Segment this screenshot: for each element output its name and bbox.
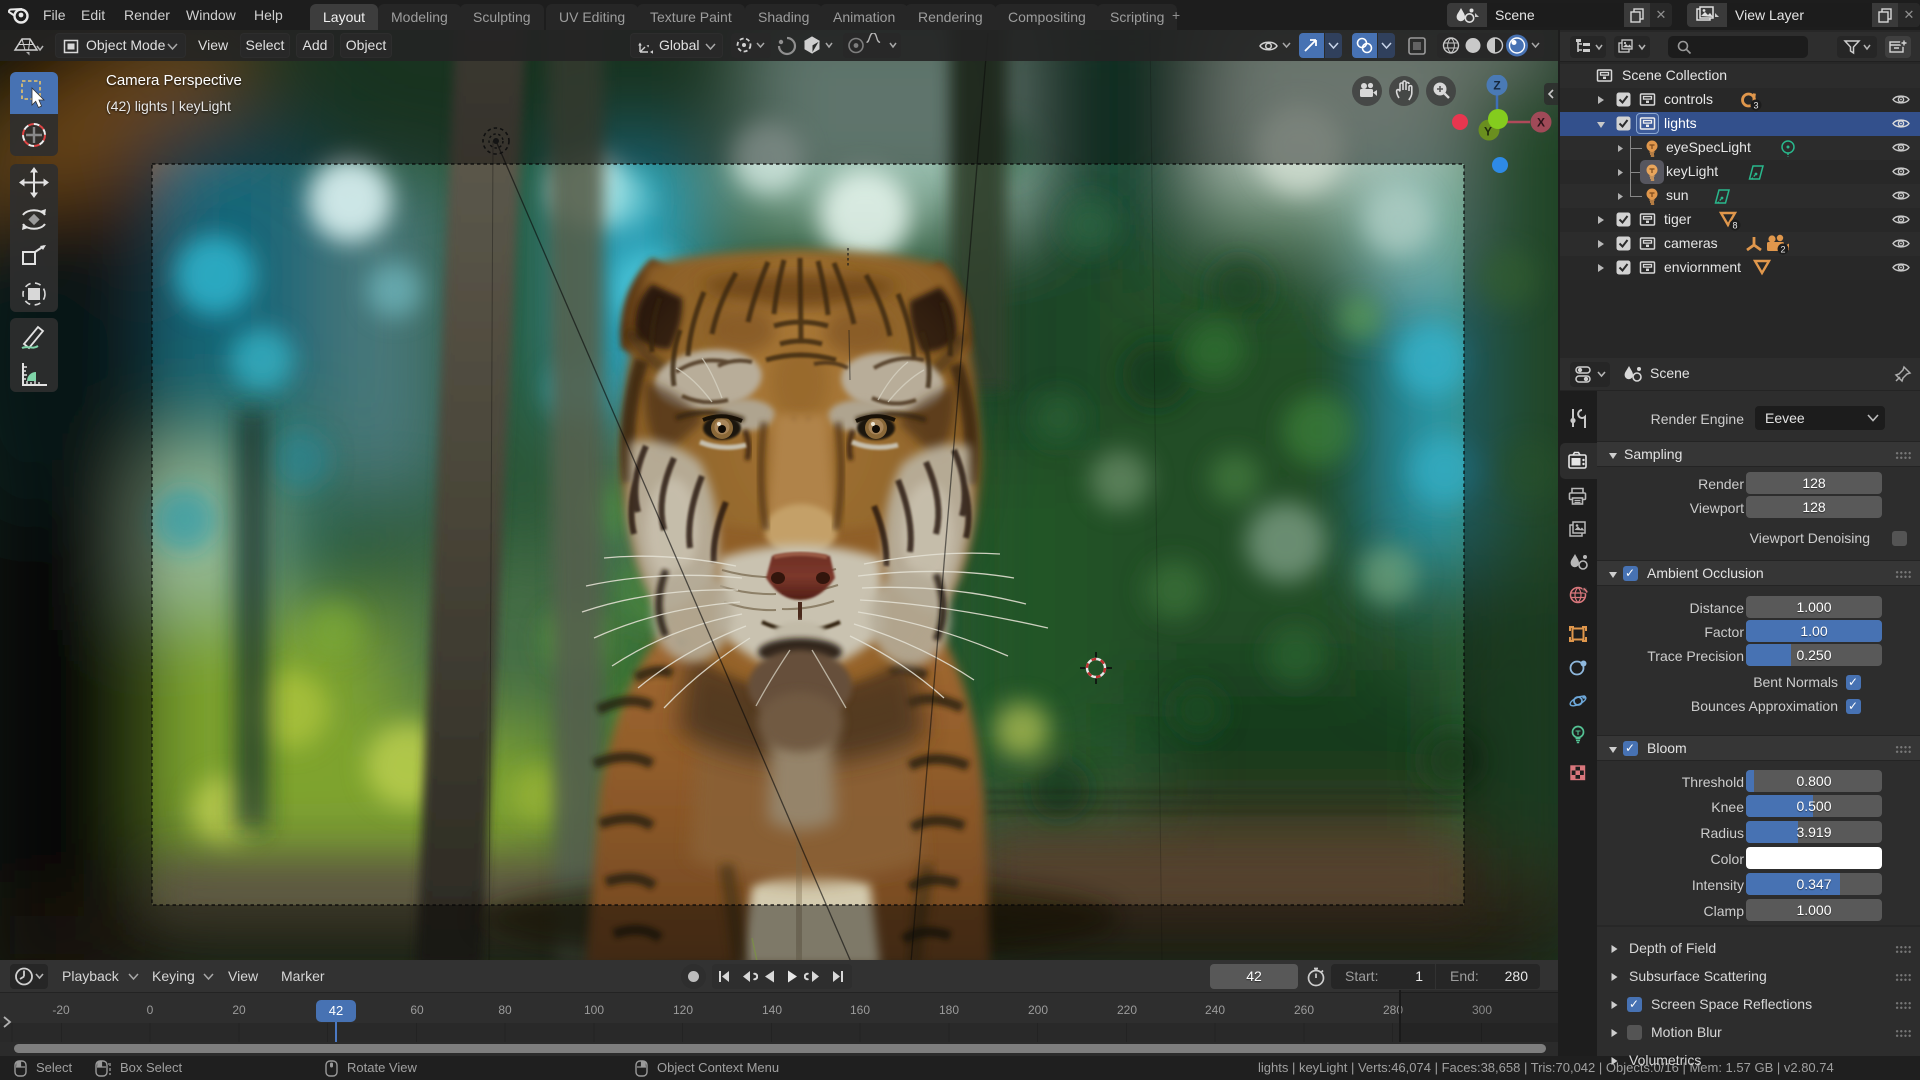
svg-text:8: 8 [1732, 221, 1737, 231]
svg-text:Z: Z [1493, 79, 1500, 93]
svg-text:3: 3 [1753, 101, 1758, 111]
svg-text:X: X [1537, 116, 1545, 130]
svg-text:2: 2 [1780, 245, 1785, 255]
svg-text:Y: Y [1484, 125, 1492, 139]
